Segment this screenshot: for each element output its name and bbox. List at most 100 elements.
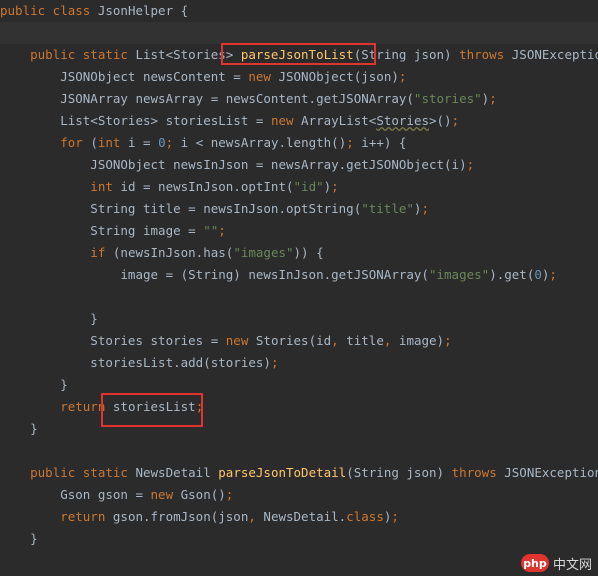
code-token: JsonHelper {: [97, 3, 189, 18]
code-token: (newsInJson.has(: [112, 245, 234, 260]
code-token: ;: [451, 113, 460, 128]
code-token: ;: [218, 223, 226, 238]
code-token: String image =: [0, 223, 204, 238]
code-line[interactable]: storiesList.add(stories);: [0, 352, 278, 374]
watermark-site-text: 中文网: [552, 557, 592, 573]
code-token: ;: [165, 135, 181, 150]
code-line[interactable]: String image = "";: [0, 220, 226, 242]
code-line[interactable]: Gson gson = new Gson();: [0, 484, 233, 506]
annotation-box-storiesList: [101, 393, 203, 427]
code-token: (: [90, 135, 98, 150]
code-token: Gson(): [180, 487, 226, 502]
code-token: parseJsonToDetail: [218, 465, 347, 480]
code-token: "images": [428, 267, 490, 282]
code-token: )) {: [293, 245, 324, 260]
code-token: JSONException {: [511, 47, 598, 62]
code-token: ;: [391, 509, 399, 524]
code-line[interactable]: JSONObject newsContent = new JSONObject(…: [0, 66, 406, 88]
code-token: i < newsArray.length(): [180, 135, 347, 150]
code-token: new: [270, 113, 302, 128]
code-token: "id": [293, 179, 324, 194]
code-line[interactable]: }: [0, 528, 38, 550]
code-token: Stories stories =: [0, 333, 226, 348]
code-token: 0: [158, 135, 166, 150]
code-token: id = newsInJson.optInt(: [120, 179, 294, 194]
code-token: "title": [361, 201, 414, 216]
code-token: public class: [0, 3, 98, 18]
code-token: JSONException {: [504, 465, 598, 480]
code-token: (String json): [346, 465, 452, 480]
code-token: return: [0, 399, 113, 414]
code-token: new: [225, 333, 256, 348]
code-token: ;: [421, 201, 429, 216]
code-token: ;: [346, 135, 362, 150]
watermark: php 中文网: [520, 552, 592, 574]
code-token: class: [346, 509, 384, 524]
code-token: int: [97, 135, 128, 150]
code-line[interactable]: List<Stories> storiesList = new ArrayLis…: [0, 110, 459, 132]
code-token: ,: [248, 509, 264, 524]
code-line[interactable]: String title = newsInJson.optString("tit…: [0, 198, 429, 220]
code-token: }: [0, 421, 38, 436]
code-token: ;: [444, 333, 452, 348]
code-line[interactable]: }: [0, 418, 38, 440]
code-line[interactable]: return gson.fromJson(json, NewsDetail.cl…: [0, 506, 399, 528]
code-line[interactable]: for (int i = 0; i < newsArray.length(); …: [0, 132, 406, 154]
annotation-box-parseJsonToList: [221, 43, 376, 65]
code-token: ;: [398, 69, 407, 84]
code-line[interactable]: image = (String) newsInJson.getJSONArray…: [0, 264, 557, 286]
code-line[interactable]: if (newsInJson.has("images")) {: [0, 242, 324, 264]
code-token: 0: [534, 267, 542, 282]
code-token: NewsDetail.: [263, 509, 347, 524]
code-token: ;: [489, 91, 497, 106]
code-token: image): [398, 333, 445, 348]
code-token: throws: [451, 465, 505, 480]
code-token: new: [150, 487, 181, 502]
code-line[interactable]: public class JsonHelper {: [0, 0, 188, 22]
code-line[interactable]: int id = newsInJson.optInt("id");: [0, 176, 338, 198]
code-editor[interactable]: public class JsonHelper { public static …: [0, 0, 598, 576]
current-line-highlight: [0, 22, 598, 44]
code-token: String title = newsInJson.optString(: [0, 201, 362, 216]
code-token: ,: [383, 333, 399, 348]
code-token: JSONObject newsInJson = newsArray.getJSO…: [0, 157, 467, 172]
code-token: return: [0, 509, 113, 524]
code-token: throws: [459, 47, 512, 62]
code-token: int: [0, 179, 121, 194]
code-token: storiesList.add(stories): [0, 355, 271, 370]
code-line[interactable]: JSONArray newsArray = newsContent.getJSO…: [0, 88, 497, 110]
code-token: JSONObject(json): [278, 69, 399, 84]
code-line[interactable]: }: [0, 308, 98, 330]
code-line[interactable]: Stories stories = new Stories(id, title,…: [0, 330, 452, 352]
code-token: ,: [331, 333, 347, 348]
code-token: i =: [127, 135, 159, 150]
code-token: }: [0, 311, 98, 326]
code-token: NewsDetail: [135, 465, 219, 480]
code-token: Stories: [376, 113, 429, 128]
code-line[interactable]: JSONObject newsInJson = newsArray.getJSO…: [0, 154, 474, 176]
code-token: new: [248, 69, 279, 84]
code-token: Gson gson =: [0, 487, 151, 502]
php-logo-icon: php: [520, 554, 549, 572]
code-token: JSONObject newsContent =: [0, 69, 249, 84]
code-token: public static: [0, 465, 136, 480]
code-token: }: [0, 531, 38, 546]
code-token: List<Stories> storiesList =: [0, 113, 271, 128]
code-token: public static: [0, 47, 136, 62]
code-token: gson.fromJson(json: [112, 509, 249, 524]
code-token: "images": [233, 245, 294, 260]
code-token: JSONArray newsArray = newsContent.getJSO…: [0, 91, 414, 106]
code-token: i++) {: [361, 135, 407, 150]
code-token: }: [0, 377, 68, 392]
code-token: if: [0, 245, 113, 260]
code-line[interactable]: public static NewsDetail parseJsonToDeta…: [0, 462, 598, 484]
code-token: ;: [466, 157, 475, 172]
code-line[interactable]: }: [0, 374, 68, 396]
code-token: title: [346, 333, 384, 348]
code-token: ;: [225, 487, 234, 502]
code-token: ArrayList<: [301, 113, 377, 128]
code-token: ;: [549, 267, 557, 282]
code-token: ;: [270, 355, 279, 370]
code-token: "stories": [413, 91, 482, 106]
code-token: image = (String) newsInJson.getJSONArray…: [0, 267, 429, 282]
